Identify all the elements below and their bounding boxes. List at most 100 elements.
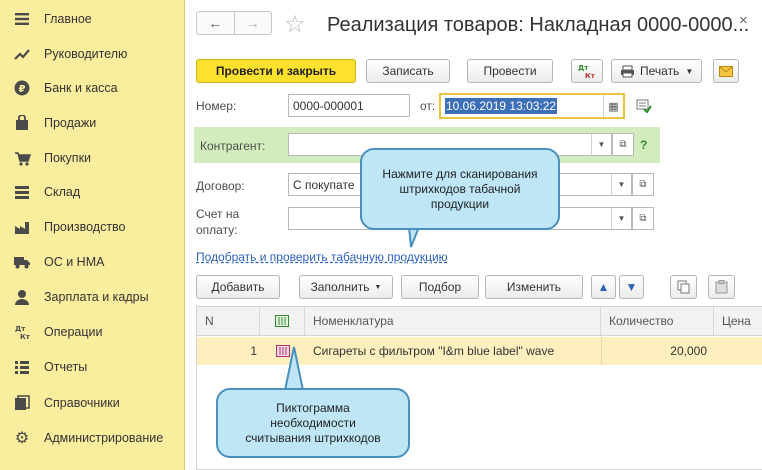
sidebar-item-label: Банк и касса (44, 81, 118, 95)
date-value: 10.06.2019 13:03:22 (445, 98, 558, 114)
sidebar-item-admin[interactable]: ⚙ Администрирование (0, 421, 185, 455)
page-title: Реализация товаров: Накладная 0000-0000.… (327, 14, 750, 36)
sidebar-item-manager[interactable]: Руководителю (0, 37, 185, 71)
sidebar-item-label: ОС и НМА (44, 255, 105, 269)
sidebar-item-production[interactable]: Производство (0, 210, 185, 244)
sidebar-item-label: Покупки (44, 151, 92, 165)
select-button[interactable]: Подбор (401, 275, 479, 299)
invoice-label: оплату: (196, 223, 238, 237)
chart-icon (0, 360, 44, 375)
open-contract-button[interactable]: ⧉ (632, 173, 654, 196)
callout-text: Пиктограмма (276, 400, 350, 415)
number-label: Номер: (196, 99, 237, 113)
sidebar-item-catalogs[interactable]: Справочники (0, 386, 185, 420)
favorite-star-icon[interactable]: ☆ (284, 10, 306, 39)
sidebar-item-label: Производство (44, 220, 126, 234)
callout-text: продукции (430, 196, 490, 211)
sidebar-item-warehouse[interactable]: Склад (0, 175, 185, 209)
fill-button[interactable]: Заполнить ▼ (299, 275, 393, 299)
date-label: от: (420, 99, 436, 113)
callout-text: штрихкодов табачной (399, 181, 521, 196)
sidebar-item-label: Отчеты (44, 360, 88, 374)
column-header-nomenclature[interactable]: Номенклатура (305, 307, 601, 335)
printer-icon (621, 65, 634, 77)
barcode-column-icon[interactable] (260, 307, 305, 335)
copy-icon[interactable] (670, 275, 697, 299)
chevron-down-icon[interactable]: ▼ (591, 134, 611, 155)
sidebar-item-label: Зарплата и кадры (44, 290, 149, 304)
bag-icon (0, 115, 44, 131)
print-button[interactable]: Печать ▼ (611, 59, 702, 83)
column-divider (601, 337, 602, 365)
chevron-down-icon[interactable]: ▼ (611, 174, 631, 195)
sidebar-item-sales[interactable]: Продажи (0, 106, 185, 140)
price-cell (714, 337, 762, 365)
quantity-cell: 20,000 (670, 344, 707, 358)
scan-callout: Нажмите для сканирования штрихкодов таба… (360, 148, 560, 230)
sidebar-item-label: Операции (44, 325, 103, 339)
email-button[interactable] (713, 59, 739, 83)
forward-button[interactable]: → (233, 12, 272, 34)
cart-icon (0, 151, 44, 166)
close-icon[interactable]: × (739, 12, 748, 29)
books-icon (0, 395, 44, 411)
envelope-icon (719, 65, 733, 77)
menu-icon (0, 12, 44, 26)
column-header-n[interactable]: N (197, 307, 260, 335)
move-up-icon[interactable]: ▲ (591, 275, 616, 299)
sidebar-item-operations[interactable]: Дт Кт Операции (0, 315, 185, 349)
dt-kt-button[interactable]: Дт Кт (571, 59, 603, 83)
add-button[interactable]: Добавить (196, 275, 280, 299)
invoice-label: Счет на (196, 207, 240, 221)
number-field[interactable]: 0000-000001 (288, 94, 410, 117)
post-and-close-button[interactable]: Провести и закрыть (196, 59, 356, 83)
calendar-icon[interactable]: ▦ (603, 95, 623, 117)
paste-icon[interactable] (708, 275, 735, 299)
contract-value: С покупате (293, 177, 355, 192)
column-header-price[interactable]: Цена (714, 307, 762, 335)
icon-callout: Пиктограмма необходимости считывания штр… (216, 388, 410, 458)
chevron-down-icon[interactable]: ▼ (611, 208, 631, 229)
svg-text:Кт: Кт (585, 72, 596, 79)
dt-kt-icon: ДтКт (0, 324, 44, 340)
save-button[interactable]: Записать (366, 59, 450, 83)
sidebar-item-label: Склад (44, 185, 81, 199)
sidebar-item-label: Справочники (44, 396, 120, 410)
date-field[interactable]: 10.06.2019 13:03:22 ▦ (439, 93, 625, 119)
svg-text:Кт: Кт (20, 333, 30, 340)
sidebar-item-label: Администрирование (44, 431, 164, 445)
open-counterparty-button[interactable]: ⧉ (612, 133, 634, 156)
nomenclature-cell: Сигареты с фильтром "I&m blue label" wav… (313, 344, 555, 358)
warehouse-icon (0, 185, 44, 200)
truck-icon (0, 255, 44, 269)
sidebar-item-label: Главное (44, 12, 92, 26)
fill-label: Заполнить (310, 280, 370, 294)
ruble-icon: ₽ (0, 80, 44, 96)
history-nav: ← → (196, 11, 272, 35)
callout-text: считывания штрихкодов (245, 430, 381, 445)
chevron-down-icon: ▼ (685, 66, 694, 76)
back-button[interactable]: ← (197, 12, 234, 34)
gear-icon: ⚙ (14, 430, 30, 447)
contract-label: Договор: (196, 179, 245, 193)
move-down-icon[interactable]: ▼ (619, 275, 644, 299)
person-icon (0, 289, 44, 305)
column-header-quantity[interactable]: Количество (601, 307, 714, 335)
sidebar-item-assets[interactable]: ОС и НМА (0, 245, 185, 279)
sidebar-item-payroll[interactable]: Зарплата и кадры (0, 280, 185, 314)
change-button[interactable]: Изменить (485, 275, 583, 299)
sidebar-item-reports[interactable]: Отчеты (0, 350, 185, 384)
sidebar-item-bank[interactable]: ₽ Банк и касса (0, 71, 185, 105)
help-icon[interactable]: ? (640, 138, 647, 152)
sidebar-item-purchases[interactable]: Покупки (0, 141, 185, 175)
callout-text: Нажмите для сканирования (382, 166, 538, 181)
sidebar-item-main[interactable]: Главное (0, 2, 185, 36)
svg-text:Дт: Дт (15, 325, 26, 333)
chevron-down-icon: ▼ (374, 283, 382, 291)
post-button[interactable]: Провести (467, 59, 553, 83)
open-invoice-button[interactable]: ⧉ (632, 207, 654, 230)
print-label: Печать (640, 64, 680, 78)
document-form: ← → ☆ Реализация товаров: Накладная 0000… (186, 0, 762, 470)
callout-text: необходимости (270, 415, 356, 430)
factory-icon (0, 220, 44, 235)
